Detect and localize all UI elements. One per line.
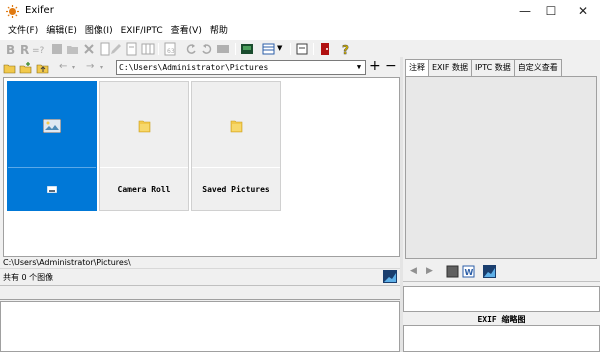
main-toolbar: B R =? 63 ▼ ? <box>0 40 600 58</box>
info-tabbar: 注释 EXIF 数据 IPTC 数据 自定义查看 <box>405 59 597 76</box>
menu-exif-iptc[interactable]: EXIF/IPTC <box>118 22 166 40</box>
log-panel[interactable] <box>0 301 400 352</box>
properties-icon[interactable] <box>295 42 309 56</box>
rotate-right-icon[interactable] <box>200 42 214 56</box>
window-title: Exifer <box>25 5 54 16</box>
folder-icon <box>230 120 243 133</box>
tab-exif-data[interactable]: EXIF 数据 <box>428 59 473 76</box>
view-options-dropdown-icon[interactable]: ▼ <box>277 44 282 52</box>
current-path: C:\Users\Administrator\Pictures\ <box>3 258 131 267</box>
delete-x-icon[interactable] <box>82 42 96 56</box>
tab-iptc-data[interactable]: IPTC 数据 <box>471 59 515 76</box>
svg-text:B: B <box>6 43 15 56</box>
page-icon[interactable] <box>125 42 139 56</box>
thumbnail-item[interactable]: Saved Pictures <box>191 81 281 211</box>
menu-file[interactable]: 文件(F) <box>5 22 41 40</box>
app-sun-icon <box>6 5 19 18</box>
svg-text:63: 63 <box>167 48 175 55</box>
new-folder-icon[interactable] <box>19 61 33 75</box>
histogram-small-icon[interactable] <box>483 265 496 278</box>
back-arrow-icon[interactable]: ← <box>59 61 67 72</box>
compare-icon[interactable]: =? <box>32 42 46 56</box>
thumbnail-item[interactable]: Camera Roll <box>99 81 189 211</box>
exif-thumbnail-label: EXIF 缩略图 <box>477 315 526 324</box>
thumbnail-label: Saved Pictures <box>202 185 270 194</box>
next-arrow-icon[interactable]: ▶ <box>426 266 433 276</box>
iptc-picture-icon[interactable] <box>240 42 254 56</box>
svg-text:=?: =? <box>32 46 45 56</box>
close-button[interactable]: ✕ <box>566 0 600 22</box>
edit-icon[interactable] <box>109 42 123 56</box>
address-combobox[interactable]: C:\Users\Administrator\Pictures ▼ <box>116 60 366 75</box>
rotate-left-icon[interactable] <box>184 42 198 56</box>
open-folder-icon[interactable] <box>3 61 17 75</box>
tab-custom-view[interactable]: 自定义查看 <box>513 59 562 76</box>
forward-arrow-icon[interactable]: → <box>86 61 94 72</box>
histogram-icon[interactable] <box>383 270 397 283</box>
svg-text:?: ? <box>342 43 349 56</box>
panel-divider[interactable] <box>0 285 400 300</box>
exif-thumbnail-box <box>403 325 600 352</box>
back-dropdown-icon[interactable]: ▾ <box>72 64 75 71</box>
bold-b-icon[interactable]: B <box>4 42 18 56</box>
address-path: C:\Users\Administrator\Pictures <box>119 63 269 72</box>
maximize-button[interactable]: ☐ <box>534 0 568 22</box>
menu-view[interactable]: 查看(V) <box>168 22 205 40</box>
folder-up-icon[interactable] <box>36 61 50 75</box>
prev-arrow-icon[interactable]: ◀ <box>410 266 417 276</box>
view-options-icon[interactable] <box>262 42 276 56</box>
remove-minus-icon[interactable]: − <box>385 58 397 74</box>
image-count: 共有 0 个图像 <box>3 273 54 282</box>
image-adjust-icon[interactable] <box>216 42 230 56</box>
thumbnail-label: Camera Roll <box>117 185 171 194</box>
stop-square-icon[interactable] <box>446 265 459 278</box>
picture-icon <box>43 119 61 133</box>
thumbnail-panel: Camera Roll Saved Pictures <box>3 77 400 257</box>
menu-edit[interactable]: 编辑(E) <box>43 22 80 40</box>
menu-bar: 文件(F) 编辑(E) 图像(I) EXIF/IPTC 查看(V) 帮助 <box>0 22 600 40</box>
svg-text:R: R <box>20 43 29 56</box>
small-image-icon <box>47 186 57 193</box>
address-bar: ← ▾ → ▾ C:\Users\Administrator\Pictures … <box>0 58 402 77</box>
address-dropdown-icon[interactable]: ▼ <box>353 61 365 74</box>
tab-content-panel <box>405 76 597 259</box>
tab-comments[interactable]: 注释 <box>405 59 429 76</box>
open-folder-gray-icon[interactable] <box>66 42 80 56</box>
help-question-icon[interactable]: ? <box>339 42 353 56</box>
thumbnail-item[interactable] <box>7 81 97 211</box>
exif-info-box[interactable] <box>403 286 600 312</box>
folder-icon <box>138 120 151 133</box>
right-divider <box>403 281 600 284</box>
rename-r-icon[interactable]: R <box>18 42 32 56</box>
title-bar: Exifer — ☐ ✕ <box>0 0 600 22</box>
grid-view-icon[interactable] <box>141 42 155 56</box>
menu-help[interactable]: 帮助 <box>207 22 231 40</box>
svg-text:W: W <box>465 268 474 277</box>
add-plus-icon[interactable]: + <box>369 58 381 74</box>
stop-icon[interactable] <box>50 42 64 56</box>
exit-door-icon[interactable] <box>318 42 332 56</box>
status-bar: 共有 0 个图像 <box>0 268 400 284</box>
menu-image[interactable]: 图像(I) <box>82 22 116 40</box>
calc-icon[interactable]: 63 <box>163 42 177 56</box>
forward-dropdown-icon[interactable]: ▾ <box>100 64 103 71</box>
word-doc-icon[interactable]: W <box>462 265 475 278</box>
